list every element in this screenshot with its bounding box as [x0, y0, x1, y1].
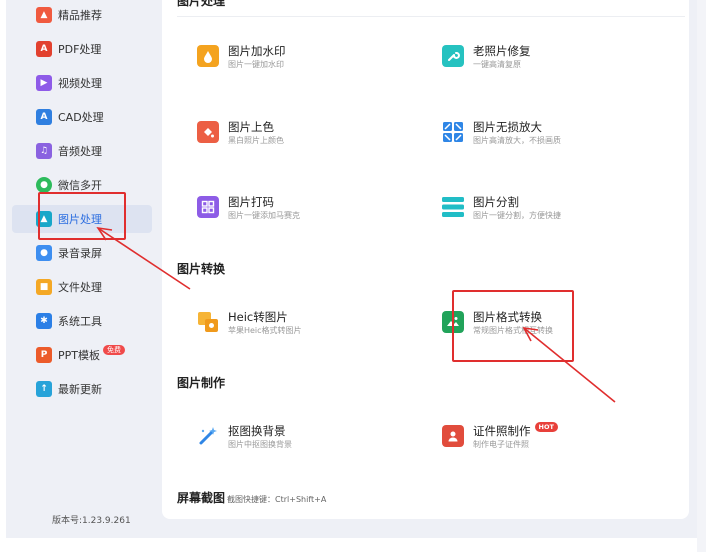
wechat-icon: ● [36, 177, 52, 193]
ppt-icon: P [36, 347, 52, 363]
section-title-image-make: 图片制作 [177, 376, 226, 390]
hot-badge: HOT [534, 422, 558, 432]
sidebar-item-file[interactable]: ■ 文件处理 [12, 273, 152, 301]
sidebar-item-audio[interactable]: ♫ 音频处理 [12, 137, 152, 165]
tool-title: Heic转图片 [228, 310, 288, 324]
sidebar-item-recommended[interactable]: ▲ 精品推荐 [12, 1, 152, 29]
tool-desc: 苹果Heic格式转图片 [228, 326, 302, 335]
tool-colorize[interactable]: 图片上色 黑白照片上颜色 [197, 120, 284, 147]
tool-id-photo[interactable]: 证件照制作 HOT 制作电子证件照 [442, 422, 558, 451]
magic-wand-icon [197, 425, 219, 447]
gear-icon: ✱ [36, 313, 52, 329]
section-title-screenshot: 屏幕截图 截图快捷键：Ctrl+Shift+A [177, 489, 326, 506]
sidebar-item-label: PDF处理 [58, 43, 102, 56]
enlarge-arrows-icon [442, 121, 464, 143]
sidebar-item-label: 系统工具 [58, 315, 102, 328]
free-badge: 免费 [103, 345, 125, 355]
tool-heic[interactable]: Heic转图片 苹果Heic格式转图片 [197, 310, 302, 337]
sidebar-item-label: 最新更新 [58, 383, 102, 396]
tool-enlarge[interactable]: 图片无损放大 图片高清放大，不损画质 [442, 120, 561, 147]
tool-title: 抠图换背景 [228, 424, 286, 438]
tool-title: 图片上色 [228, 120, 274, 134]
sidebar-item-cad[interactable]: A CAD处理 [12, 103, 152, 131]
mosaic-grid-icon [197, 196, 219, 218]
sidebar-item-label: CAD处理 [58, 111, 104, 124]
tool-desc: 图片一键分割，方便快捷 [473, 211, 561, 220]
thumbs-up-icon: ▲ [36, 7, 52, 23]
version-label: 版本号:1.23.9.261 [52, 516, 131, 526]
section-title-image-convert: 图片转换 [177, 262, 226, 276]
tool-desc: 黑白照片上颜色 [228, 136, 284, 145]
tool-desc: 图片一键添加马赛克 [228, 211, 300, 220]
cad-icon: A [36, 109, 52, 125]
tool-desc: 图片一键加水印 [228, 60, 284, 69]
highlight-box-sidebar [38, 192, 126, 240]
sidebar-item-label: 文件处理 [58, 281, 102, 294]
upload-icon: ↑ [36, 381, 52, 397]
tool-desc: 图片高清放大，不损画质 [473, 136, 561, 145]
tool-split[interactable]: 图片分割 图片一键分割，方便快捷 [442, 195, 561, 222]
sidebar-item-video[interactable]: ▶ 视频处理 [12, 69, 152, 97]
sidebar-item-label: 音频处理 [58, 145, 102, 158]
sidebar-item-pdf[interactable]: A PDF处理 [12, 35, 152, 63]
sidebar-item-ppt[interactable]: P PPT模板 免费 [12, 341, 152, 369]
tool-title: 图片分割 [473, 195, 519, 209]
tool-title-row: 证件照制作 HOT [473, 422, 558, 439]
tool-desc: 一键高清复原 [473, 60, 521, 69]
tool-title: 图片无损放大 [473, 120, 542, 134]
sidebar-item-label: 视频处理 [58, 77, 102, 90]
tool-cutout[interactable]: 抠图换背景 图片中抠图换背景 [197, 424, 292, 451]
sidebar-item-updates[interactable]: ↑ 最新更新 [12, 375, 152, 403]
tool-desc: 图片中抠图换背景 [228, 440, 292, 449]
divider [177, 16, 685, 17]
watermark-drop-icon [197, 45, 219, 67]
tool-title: 图片打码 [228, 195, 274, 209]
video-play-icon: ▶ [36, 75, 52, 91]
tool-desc: 制作电子证件照 [473, 440, 529, 449]
tool-title: 图片加水印 [228, 44, 286, 58]
highlight-box-format-convert [452, 290, 574, 362]
paint-bucket-icon [197, 121, 219, 143]
sidebar-item-label: 精品推荐 [58, 9, 102, 22]
tool-watermark[interactable]: 图片加水印 图片一键加水印 [197, 44, 286, 71]
heic-convert-icon [197, 311, 219, 333]
right-edge [697, 0, 706, 552]
sidebar-item-recording[interactable]: ● 录音录屏 [12, 239, 152, 267]
tool-mosaic[interactable]: 图片打码 图片一键添加马赛克 [197, 195, 300, 222]
screenshot-shortcut-hint: 截图快捷键：Ctrl+Shift+A [227, 495, 327, 504]
tool-title: 老照片修复 [473, 44, 531, 58]
microphone-icon: ● [36, 245, 52, 261]
folder-icon: ■ [36, 279, 52, 295]
repair-wrench-icon [442, 45, 464, 67]
section-title-image-processing: 图片处理 [177, 0, 226, 8]
tool-photo-restore[interactable]: 老照片修复 一键高清复原 [442, 44, 531, 71]
sidebar-item-label: 微信多开 [58, 179, 102, 192]
id-person-icon [442, 425, 464, 447]
split-bars-icon [442, 196, 464, 218]
sidebar-item-label: 录音录屏 [58, 247, 102, 260]
section-title-text: 屏幕截图 [177, 491, 226, 505]
music-note-icon: ♫ [36, 143, 52, 159]
tool-title: 证件照制作 [473, 424, 531, 438]
sidebar-item-system-tools[interactable]: ✱ 系统工具 [12, 307, 152, 335]
pdf-icon: A [36, 41, 52, 57]
sidebar-item-label: PPT模板 [58, 349, 100, 362]
